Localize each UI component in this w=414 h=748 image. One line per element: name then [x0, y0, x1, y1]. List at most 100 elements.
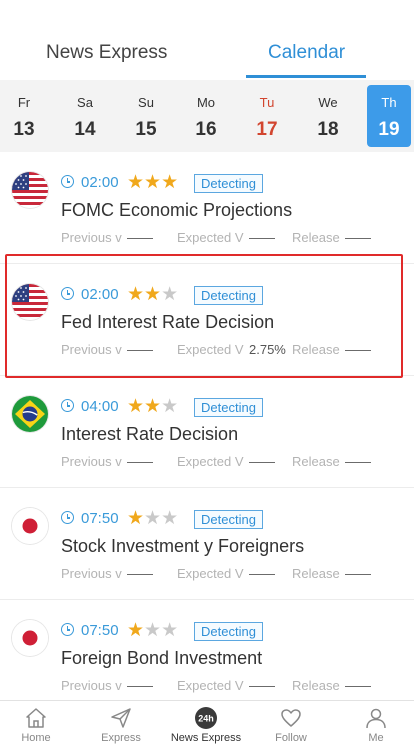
- star-empty-icon: ★: [144, 620, 162, 641]
- star-icon: ★: [127, 508, 145, 529]
- day-item[interactable]: Mo 16: [184, 85, 228, 147]
- expected-label: Expected V: [177, 454, 244, 469]
- bottom-nav: Home Express 24h News Express Follow Me: [0, 700, 414, 748]
- day-number: 15: [135, 119, 157, 140]
- expected-value: ——: [249, 566, 275, 581]
- importance-stars: ★★★: [127, 619, 178, 642]
- tab-calendar[interactable]: Calendar: [268, 42, 345, 64]
- importance-stars: ★★★: [127, 507, 178, 530]
- status-badge: Detecting: [194, 510, 263, 529]
- day-name: Fr: [17, 95, 31, 110]
- event-title: Interest Rate Decision: [61, 424, 239, 444]
- event-item[interactable]: 02:00 ★★★ Detecting FOMC Economic Projec…: [0, 152, 414, 264]
- day-name: Th: [381, 95, 397, 110]
- japan-flag-icon: [12, 620, 48, 656]
- previous-value: ——: [127, 566, 153, 581]
- expected-value: ——: [249, 454, 275, 469]
- nav-news-express[interactable]: 24h News Express: [170, 704, 242, 744]
- us-flag-icon: [12, 172, 48, 208]
- release-label: Release: [292, 454, 340, 469]
- release-value: ——: [345, 230, 371, 245]
- importance-stars: ★★★: [127, 395, 178, 418]
- expected-value: ——: [249, 230, 275, 245]
- day-number: 17: [256, 119, 278, 140]
- event-time: 04:00: [81, 398, 119, 415]
- nav-follow[interactable]: Follow: [255, 704, 327, 744]
- star-icon: ★: [161, 172, 179, 193]
- event-item[interactable]: 07:50 ★★★ Detecting Foreign Bond Investm…: [0, 600, 414, 712]
- previous-label: Previous v: [61, 678, 122, 693]
- nav-home[interactable]: Home: [0, 704, 72, 744]
- expected-label: Expected V: [177, 230, 244, 245]
- highlight-box: [5, 254, 403, 378]
- previous-value: ——: [127, 678, 153, 693]
- event-title: Foreign Bond Investment: [61, 648, 263, 668]
- day-number: 19: [378, 119, 400, 140]
- clock-icon: [61, 623, 74, 636]
- expected-value: ——: [249, 678, 275, 693]
- star-icon: ★: [127, 620, 145, 641]
- expected-label: Expected V: [177, 678, 244, 693]
- 24h-clock-icon: 24h: [194, 706, 218, 730]
- nav-express[interactable]: Express: [85, 704, 157, 744]
- active-tab-indicator: [246, 75, 366, 78]
- star-empty-icon: ★: [161, 620, 179, 641]
- release-value: ——: [345, 454, 371, 469]
- nav-me-label: Me: [368, 732, 384, 744]
- release-label: Release: [292, 230, 340, 245]
- star-icon: ★: [144, 172, 162, 193]
- news-badge-text: 24h: [198, 714, 214, 724]
- clock-icon: [61, 511, 74, 524]
- day-name: Mo: [196, 95, 216, 110]
- home-icon: [24, 706, 48, 730]
- star-empty-icon: ★: [144, 508, 162, 529]
- day-number: 14: [74, 119, 96, 140]
- star-icon: ★: [127, 172, 145, 193]
- day-item[interactable]: Fr 13: [2, 85, 46, 147]
- paper-plane-icon: [109, 706, 133, 730]
- event-title: FOMC Economic Projections: [61, 200, 293, 220]
- clock-icon: [61, 175, 74, 188]
- previous-label: Previous v: [61, 566, 122, 581]
- day-name: Su: [138, 95, 154, 110]
- status-badge: Detecting: [194, 622, 263, 641]
- previous-label: Previous v: [61, 454, 122, 469]
- release-value: ——: [345, 678, 371, 693]
- day-item[interactable]: Sa 14: [63, 85, 107, 147]
- previous-label: Previous v: [61, 230, 122, 245]
- day-name: Tu: [259, 95, 275, 110]
- release-value: ——: [345, 566, 371, 581]
- person-icon: [364, 706, 388, 730]
- event-item[interactable]: 07:50 ★★★ Detecting Stock Investment y F…: [0, 488, 414, 600]
- star-icon: ★: [144, 396, 162, 417]
- day-number: 18: [317, 119, 339, 140]
- tab-news-express[interactable]: News Express: [46, 42, 167, 64]
- day-item-today[interactable]: Tu 17: [245, 85, 289, 147]
- japan-flag-icon: [12, 508, 48, 544]
- status-badge: Detecting: [194, 174, 263, 193]
- day-number: 16: [195, 119, 217, 140]
- star-empty-icon: ★: [161, 396, 179, 417]
- previous-value: ——: [127, 454, 153, 469]
- date-strip: Fr 13 Sa 14 Su 15 Mo 16 Tu 17 We 18 Th 1…: [0, 80, 414, 152]
- nav-express-label: Express: [101, 732, 141, 744]
- event-item[interactable]: 04:00 ★★★ Detecting Interest Rate Decisi…: [0, 376, 414, 488]
- release-label: Release: [292, 566, 340, 581]
- star-icon: ★: [127, 396, 145, 417]
- clock-icon: [61, 399, 74, 412]
- brazil-flag-icon: [12, 396, 48, 432]
- nav-news-express-label: News Express: [170, 732, 242, 744]
- day-item-selected[interactable]: Th 19: [367, 85, 411, 147]
- status-badge: Detecting: [194, 398, 263, 417]
- top-tab-bar: News Express Calendar: [0, 0, 414, 78]
- star-empty-icon: ★: [161, 508, 179, 529]
- heart-icon: [279, 706, 303, 730]
- day-number: 13: [13, 119, 35, 140]
- importance-stars: ★★★: [127, 171, 178, 194]
- day-name: Sa: [77, 95, 93, 110]
- day-item[interactable]: We 18: [306, 85, 350, 147]
- nav-home-label: Home: [21, 732, 51, 744]
- day-item[interactable]: Su 15: [124, 85, 168, 147]
- nav-me[interactable]: Me: [340, 704, 412, 744]
- release-label: Release: [292, 678, 340, 693]
